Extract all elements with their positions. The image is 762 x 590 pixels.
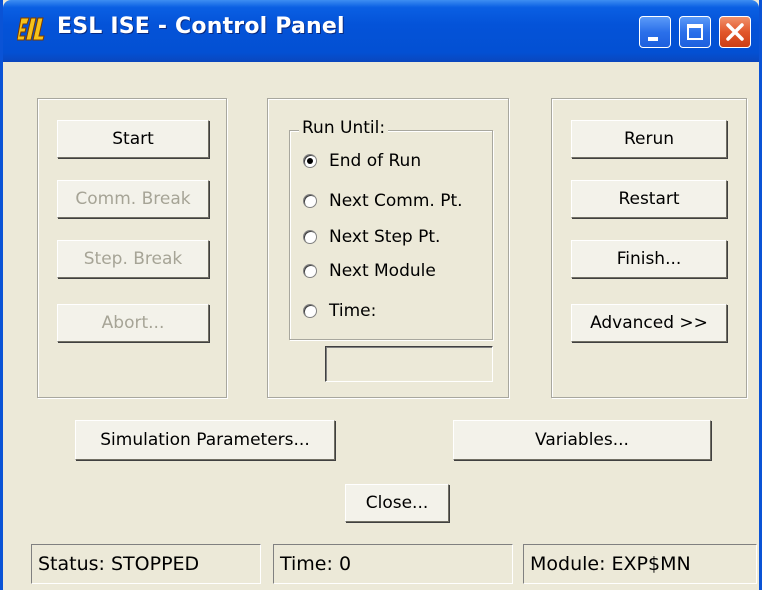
close-window-button[interactable] (719, 16, 751, 48)
radio-label: Time: (329, 301, 377, 321)
window-title: ESL ISE - Control Panel (57, 14, 345, 39)
close-icon (726, 23, 744, 41)
maximize-icon (687, 24, 703, 40)
comm-break-button[interactable]: Comm. Break (57, 180, 209, 218)
esl-app-icon (17, 17, 45, 41)
minimize-icon (648, 37, 658, 41)
status-text: Status: STOPPED (31, 544, 261, 584)
radio-indicator[interactable] (303, 194, 317, 208)
abort-button[interactable]: Abort... (57, 304, 209, 342)
finish-button[interactable]: Finish... (571, 240, 727, 278)
time-status: Time: 0 (273, 544, 513, 584)
variables-button[interactable]: Variables... (453, 420, 711, 460)
radio-end-of-run[interactable]: End of Run (303, 148, 421, 174)
radio-next-step-pt[interactable]: Next Step Pt. (303, 224, 440, 250)
simulation-parameters-button[interactable]: Simulation Parameters... (75, 420, 335, 460)
module-status: Module: EXP$MN (523, 544, 757, 584)
close-button[interactable]: Close... (345, 484, 449, 522)
rerun-button[interactable]: Rerun (571, 120, 727, 158)
radio-indicator[interactable] (303, 230, 317, 244)
start-button[interactable]: Start (57, 120, 209, 158)
radio-label: Next Comm. Pt. (329, 191, 463, 211)
radio-next-comm-pt[interactable]: Next Comm. Pt. (303, 188, 463, 214)
restart-button[interactable]: Restart (571, 180, 727, 218)
step-break-button[interactable]: Step. Break (57, 240, 209, 278)
radio-time[interactable]: Time: (303, 298, 376, 324)
minimize-button[interactable] (639, 16, 671, 48)
radio-indicator[interactable] (303, 304, 317, 318)
radio-next-module[interactable]: Next Module (303, 258, 436, 284)
title-bar[interactable]: ESL ISE - Control Panel (3, 0, 759, 62)
radio-label: Next Module (329, 261, 436, 281)
advanced-button[interactable]: Advanced >> (571, 304, 727, 342)
maximize-button[interactable] (679, 16, 711, 48)
radio-indicator[interactable] (303, 154, 317, 168)
radio-label: Next Step Pt. (329, 227, 441, 247)
radio-indicator[interactable] (303, 264, 317, 278)
radio-label: End of Run (329, 151, 422, 171)
time-input[interactable] (325, 346, 493, 382)
control-panel-window: ESL ISE - Control Panel Start Comm. Brea… (0, 0, 762, 590)
run-until-label: Run Until: (299, 118, 389, 138)
